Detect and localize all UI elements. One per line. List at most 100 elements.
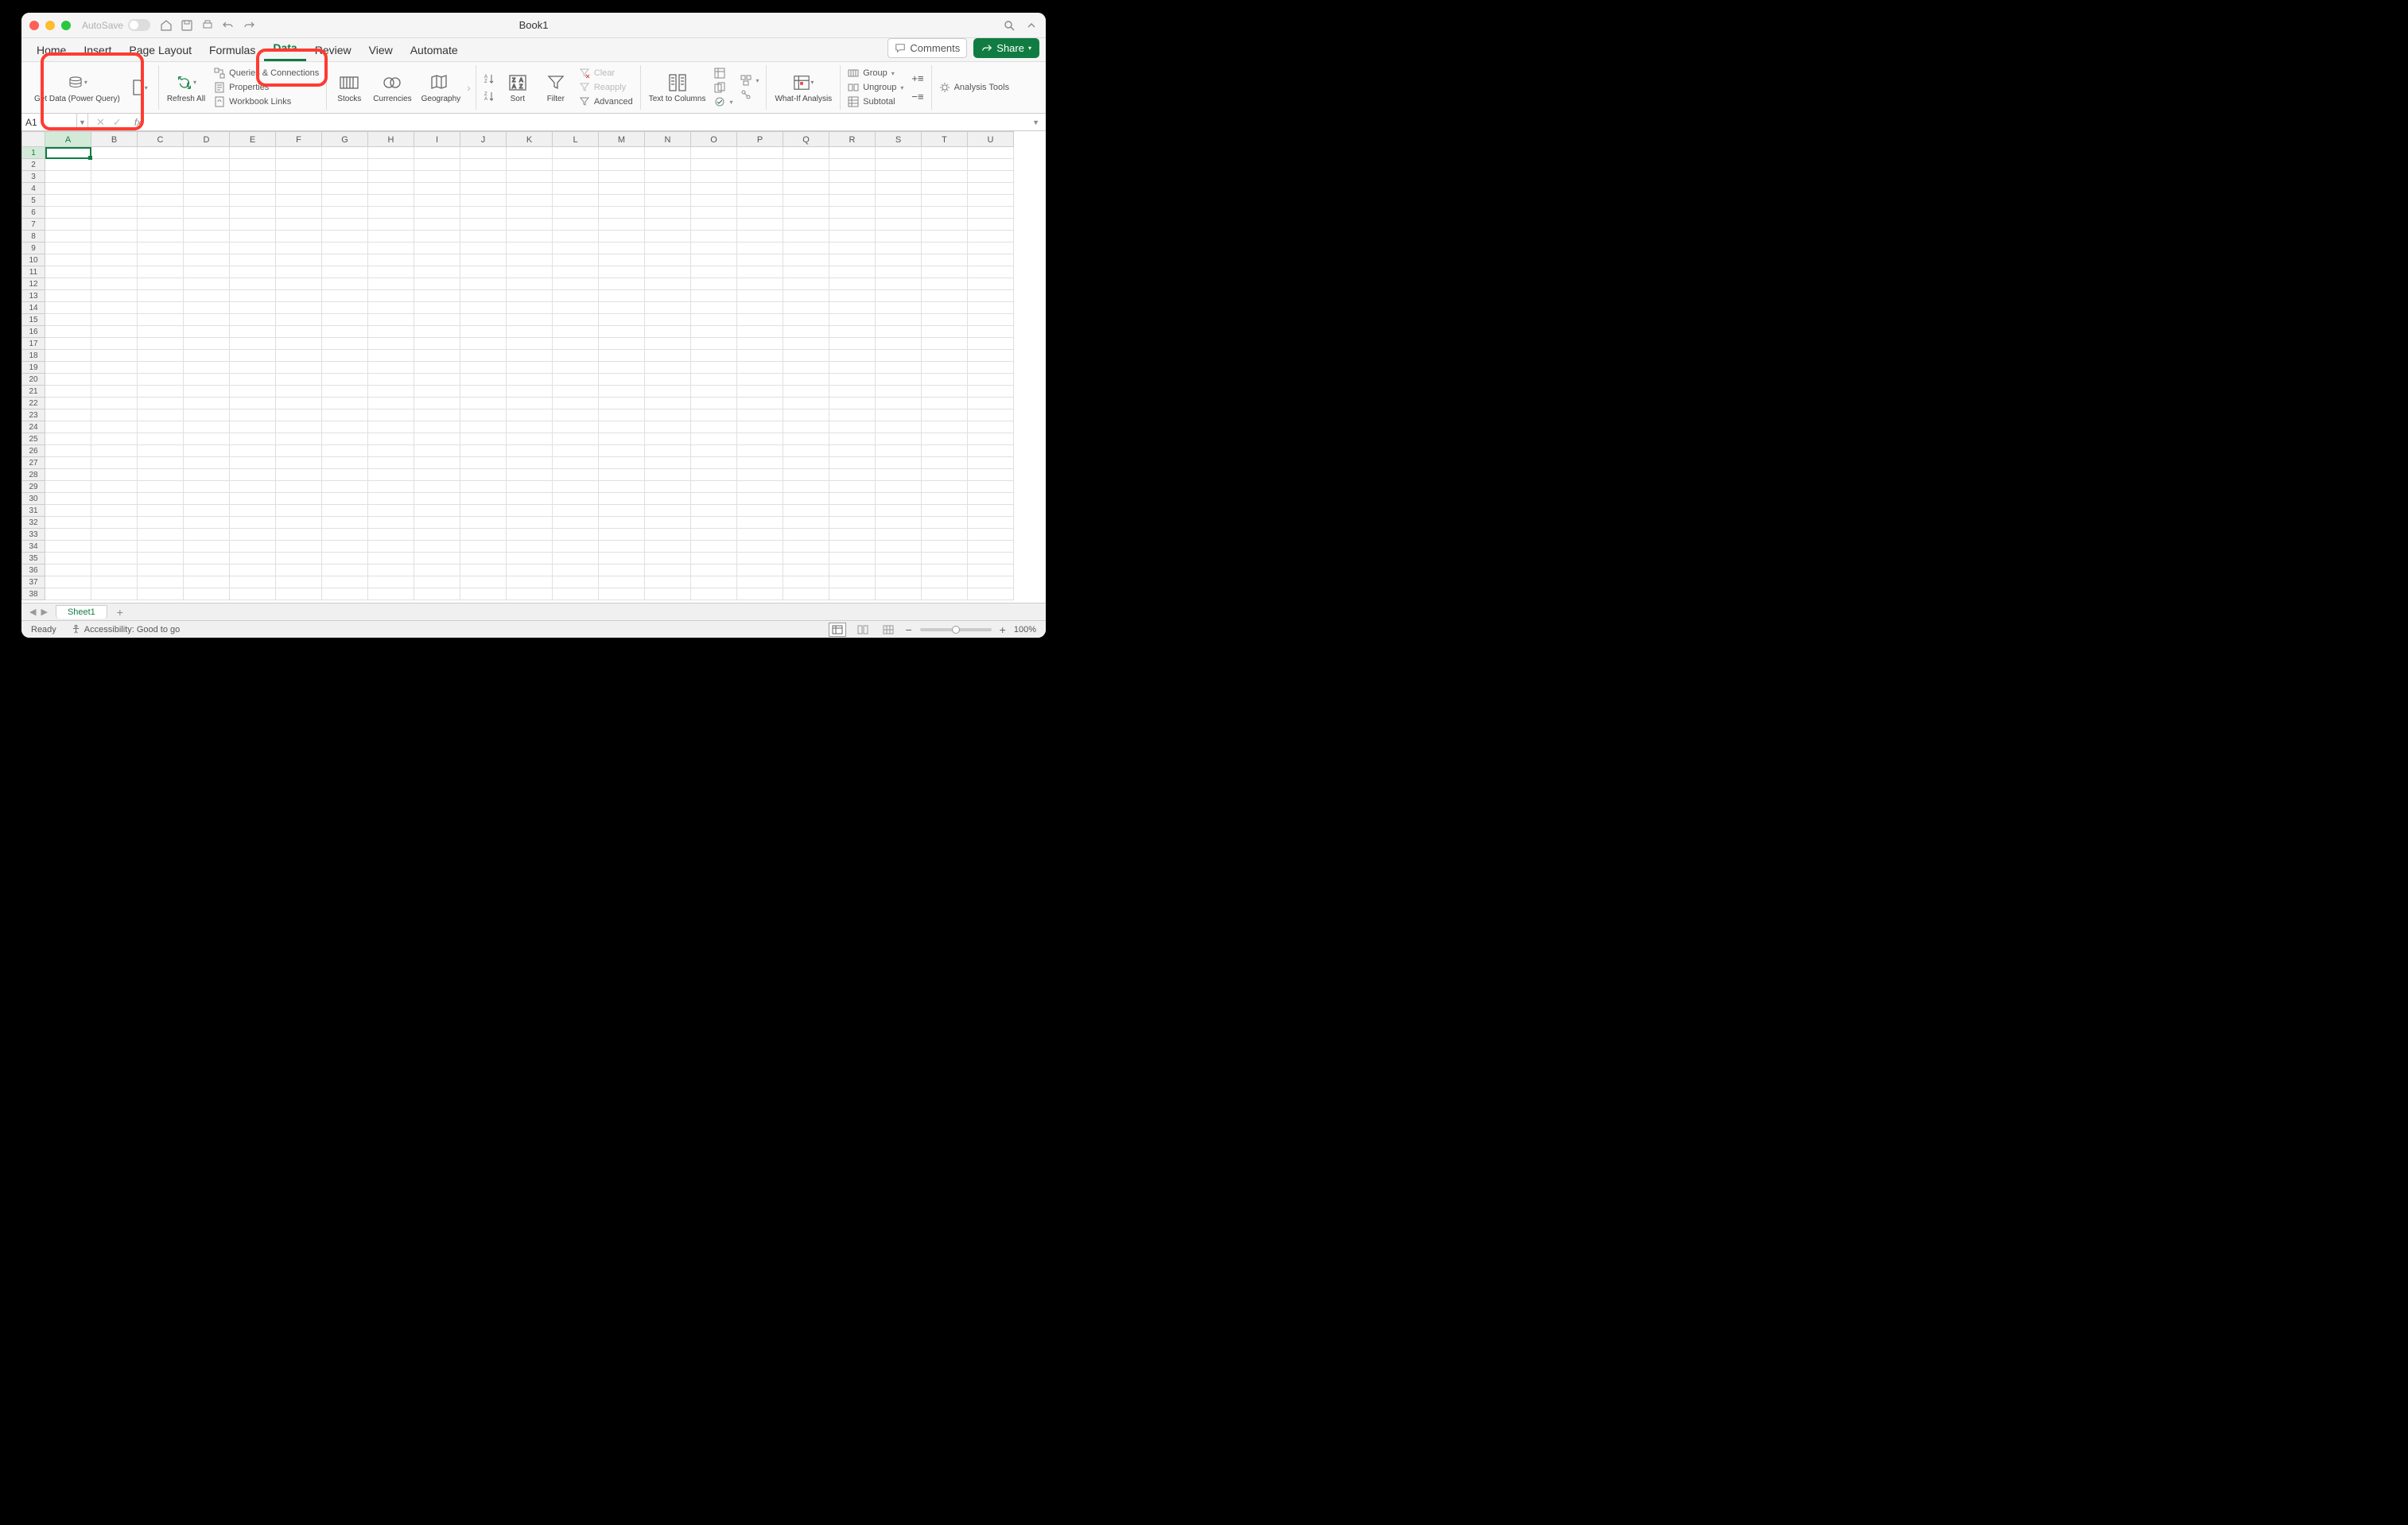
cell[interactable] [45, 493, 91, 505]
cell[interactable] [184, 374, 230, 386]
cell[interactable] [968, 517, 1014, 529]
cell[interactable] [460, 171, 507, 183]
cell[interactable] [368, 350, 414, 362]
close-window-button[interactable] [29, 21, 39, 30]
cell[interactable] [876, 469, 922, 481]
cell[interactable] [322, 195, 368, 207]
cell[interactable] [829, 243, 876, 254]
cell[interactable] [460, 553, 507, 565]
cell[interactable] [184, 398, 230, 409]
row-header[interactable]: 23 [21, 409, 45, 421]
cell[interactable] [276, 195, 322, 207]
cell[interactable] [45, 398, 91, 409]
cell[interactable] [184, 266, 230, 278]
cell[interactable] [553, 374, 599, 386]
cell[interactable] [414, 243, 460, 254]
cell[interactable] [460, 183, 507, 195]
cell[interactable] [45, 231, 91, 243]
cell[interactable] [783, 183, 829, 195]
cell[interactable] [876, 338, 922, 350]
column-header[interactable]: Q [783, 131, 829, 147]
cell[interactable] [829, 517, 876, 529]
cell[interactable] [968, 386, 1014, 398]
clear-filter-button[interactable]: Clear [577, 67, 635, 80]
cell[interactable] [691, 266, 737, 278]
cell[interactable] [507, 565, 553, 576]
cell[interactable] [691, 433, 737, 445]
cell[interactable] [922, 421, 968, 433]
currencies-button[interactable]: Currencies [370, 71, 414, 105]
cell[interactable] [414, 183, 460, 195]
column-header[interactable]: P [737, 131, 783, 147]
cell[interactable] [184, 493, 230, 505]
cell[interactable] [91, 362, 138, 374]
cell[interactable] [45, 314, 91, 326]
cell[interactable] [737, 171, 783, 183]
cell[interactable] [829, 219, 876, 231]
cell[interactable] [276, 505, 322, 517]
cell[interactable] [968, 481, 1014, 493]
cell[interactable] [553, 529, 599, 541]
cell[interactable] [553, 278, 599, 290]
cell[interactable] [829, 541, 876, 553]
cell[interactable] [783, 493, 829, 505]
cell[interactable] [553, 398, 599, 409]
cell[interactable] [460, 195, 507, 207]
cell[interactable] [829, 147, 876, 159]
cell[interactable] [876, 254, 922, 266]
cell[interactable] [599, 266, 645, 278]
cell[interactable] [460, 398, 507, 409]
cell[interactable] [876, 195, 922, 207]
cell[interactable] [460, 481, 507, 493]
cell[interactable] [645, 362, 691, 374]
row-header[interactable]: 24 [21, 421, 45, 433]
cell[interactable] [276, 362, 322, 374]
cell[interactable] [322, 386, 368, 398]
cell[interactable] [460, 266, 507, 278]
cell[interactable] [368, 386, 414, 398]
cell[interactable] [829, 469, 876, 481]
page-break-view-button[interactable] [880, 623, 897, 637]
cell[interactable] [230, 541, 276, 553]
cell[interactable] [414, 386, 460, 398]
cell[interactable] [276, 326, 322, 338]
cell[interactable] [460, 493, 507, 505]
cell[interactable] [322, 445, 368, 457]
row-header[interactable]: 36 [21, 565, 45, 576]
zoom-slider[interactable] [920, 628, 992, 631]
cell[interactable] [507, 505, 553, 517]
cell[interactable] [737, 374, 783, 386]
cell[interactable] [599, 553, 645, 565]
cell[interactable] [876, 314, 922, 326]
cell[interactable] [922, 183, 968, 195]
cell[interactable] [876, 207, 922, 219]
cell[interactable] [276, 183, 322, 195]
cell[interactable] [829, 433, 876, 445]
cell[interactable] [599, 183, 645, 195]
cell[interactable] [91, 541, 138, 553]
cell[interactable] [230, 314, 276, 326]
cell[interactable] [737, 314, 783, 326]
cell[interactable] [276, 529, 322, 541]
cell[interactable] [91, 529, 138, 541]
refresh-all-button[interactable]: ▾ Refresh All [164, 71, 208, 105]
cell[interactable] [553, 362, 599, 374]
cell[interactable] [45, 195, 91, 207]
properties-button[interactable]: Properties [212, 81, 321, 94]
cell[interactable] [783, 517, 829, 529]
cell[interactable] [322, 231, 368, 243]
cell[interactable] [968, 409, 1014, 421]
cell[interactable] [322, 421, 368, 433]
cell[interactable] [645, 398, 691, 409]
cell[interactable] [460, 409, 507, 421]
row-header[interactable]: 3 [21, 171, 45, 183]
cell[interactable] [138, 266, 184, 278]
column-header[interactable]: F [276, 131, 322, 147]
cell[interactable] [599, 278, 645, 290]
cell[interactable] [322, 314, 368, 326]
cell[interactable] [691, 576, 737, 588]
cell[interactable] [414, 171, 460, 183]
cell[interactable] [783, 445, 829, 457]
cell[interactable] [45, 243, 91, 254]
cell[interactable] [829, 421, 876, 433]
